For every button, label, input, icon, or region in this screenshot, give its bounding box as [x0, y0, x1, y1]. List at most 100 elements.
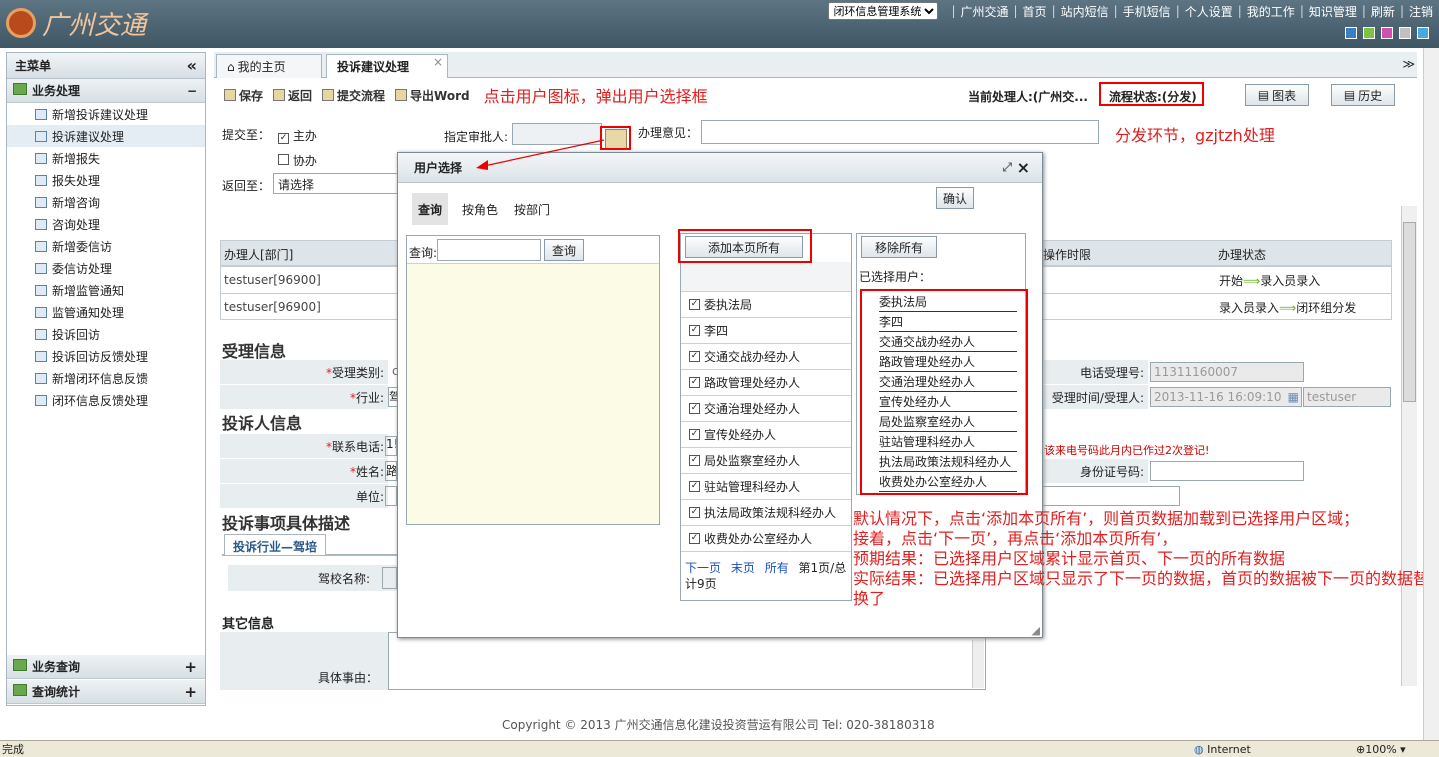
checkbox-checked-icon[interactable]: ✓ — [689, 299, 700, 310]
page-scrollbar[interactable] — [1423, 48, 1439, 740]
tabs-more-icon[interactable]: ≫ — [1402, 57, 1415, 71]
phone-input[interactable]: 1! — [385, 436, 397, 456]
close-icon[interactable]: × — [433, 55, 443, 69]
nav-inbox[interactable]: 站内短信 — [1061, 3, 1109, 20]
skin-purple[interactable] — [1381, 27, 1393, 39]
checkbox-checked-icon[interactable]: ✓ — [689, 507, 700, 518]
checkbox-checked-icon[interactable]: ✓ — [689, 533, 700, 544]
user-row[interactable]: ✓ 收费处办公室经办人 — [681, 526, 851, 552]
submit-flow-button[interactable]: 提交流程 — [322, 87, 385, 104]
scroll-thumb[interactable] — [1403, 222, 1416, 402]
accept-user-input[interactable]: testuser — [1303, 387, 1391, 407]
skin-blue[interactable] — [1345, 27, 1357, 39]
chart-button[interactable]: ▤ 图表 — [1245, 84, 1309, 106]
user-row[interactable]: ✓ 李四 — [681, 318, 851, 344]
nav-home[interactable]: 首页 — [1023, 3, 1047, 20]
tab-complaint[interactable]: 投诉建议处理 × — [326, 54, 448, 78]
skin-gray[interactable] — [1399, 27, 1411, 39]
checkbox-checked-icon[interactable]: ✓ — [689, 481, 700, 492]
nav-gzjt[interactable]: 广州交通 — [960, 3, 1008, 20]
unit-input-right[interactable] — [1030, 486, 1180, 506]
resize-grip-icon[interactable]: ◢ — [1032, 624, 1040, 637]
sidebar-item-new-petition[interactable]: 新增委信访 — [7, 235, 205, 257]
sidebar-item-callback[interactable]: 投诉回访 — [7, 323, 205, 345]
checkbox-checked-icon[interactable]: ✓ — [689, 325, 700, 336]
accept-time-input[interactable]: 2013-11-16 16:09:10 ▦ — [1150, 387, 1302, 407]
skin-cyan[interactable] — [1417, 27, 1429, 39]
name-input[interactable]: 路 — [385, 461, 397, 481]
tab-industry-driving[interactable]: 投诉行业—驾培 — [224, 534, 327, 556]
return-select[interactable]: 请选择 — [273, 173, 399, 194]
zoom-control[interactable]: ⊕100% ▾ — [1356, 743, 1406, 756]
history-button[interactable]: ▤ 历史 — [1331, 84, 1395, 106]
sidebar-item-complaint[interactable]: 投诉建议处理 — [7, 125, 205, 147]
school-input[interactable] — [382, 567, 397, 589]
sidebar-item-new-loop[interactable]: 新增闭环信息反馈 — [7, 367, 205, 389]
user-row[interactable]: ✓ 交通交战办经办人 — [681, 344, 851, 370]
user-row[interactable]: ✓ 宣传处经办人 — [681, 422, 851, 448]
nav-settings[interactable]: 个人设置 — [1185, 3, 1233, 20]
tab-by-dept[interactable]: 按部门 — [508, 193, 556, 225]
sidebar-item-callback-feedback[interactable]: 投诉回访反馈处理 — [7, 345, 205, 367]
nav-sms[interactable]: 手机短信 — [1123, 3, 1171, 20]
sidebar-item-new-consult[interactable]: 新增咨询 — [7, 191, 205, 213]
user-row[interactable]: ✓ 交通治理处经办人 — [681, 396, 851, 422]
query-input[interactable] — [437, 239, 541, 261]
sidebar-item-loop[interactable]: 闭环信息反馈处理 — [7, 389, 205, 411]
sidebar-item-loss[interactable]: 报失处理 — [7, 169, 205, 191]
close-icon[interactable]: × — [1017, 158, 1030, 177]
sidebar-item-notice[interactable]: 监管通知处理 — [7, 301, 205, 323]
sidebar-item-new-notice[interactable]: 新增监管通知 — [7, 279, 205, 301]
tab-home[interactable]: ⌂ 我的主页 — [216, 54, 322, 78]
calendar-icon[interactable]: ▦ — [1288, 390, 1299, 404]
nav-my-work[interactable]: 我的工作 — [1247, 3, 1295, 20]
opinion-input[interactable] — [701, 120, 1099, 144]
user-row[interactable]: ✓ 执法局政策法规科经办人 — [681, 500, 851, 526]
collapse-icon[interactable]: « — [187, 56, 197, 75]
tab-query[interactable]: 查询 — [412, 193, 449, 225]
pager-next[interactable]: 下一页 — [685, 561, 721, 575]
remove-all-button[interactable]: 移除所有 — [861, 236, 937, 258]
sidebar-group-query[interactable]: 业务查询 + — [7, 655, 205, 679]
skin-green[interactable] — [1363, 27, 1375, 39]
pager-last[interactable]: 末页 — [731, 561, 755, 575]
checkbox-checked-icon[interactable]: ✓ — [689, 351, 700, 362]
user-row[interactable]: ✓ 路政管理处经办人 — [681, 370, 851, 396]
popout-icon[interactable]: ⤢ — [1002, 160, 1012, 175]
nav-refresh[interactable]: 刷新 — [1371, 3, 1395, 20]
sidebar-item-new-loss[interactable]: 新增报失 — [7, 147, 205, 169]
minus-icon[interactable]: − — [187, 84, 197, 98]
content-scrollbar[interactable] — [1401, 206, 1417, 686]
textarea-scrollbar[interactable] — [972, 640, 984, 688]
back-button[interactable]: 返回 — [273, 87, 312, 104]
sidebar-group-stats[interactable]: 查询统计 + — [7, 680, 205, 704]
main-checkbox[interactable]: ✓ 主办 — [278, 127, 317, 144]
id-number-input[interactable] — [1150, 461, 1304, 481]
user-row[interactable]: ✓ 驻站管理科经办人 — [681, 474, 851, 500]
sidebar-item-new-complaint[interactable]: 新增投诉建议处理 — [7, 103, 205, 125]
user-row[interactable]: ✓ 委执法局 — [681, 292, 851, 318]
confirm-button[interactable]: 确认 — [936, 187, 974, 209]
pager-all[interactable]: 所有 — [765, 561, 789, 575]
sidebar-item-consult[interactable]: 咨询处理 — [7, 213, 205, 235]
nav-knowledge[interactable]: 知识管理 — [1309, 3, 1357, 20]
unit-input[interactable] — [385, 486, 397, 506]
accept-phone-input[interactable]: 11311160007 — [1150, 362, 1304, 382]
plus-icon[interactable]: + — [184, 683, 197, 701]
checkbox-checked-icon[interactable]: ✓ — [689, 429, 700, 440]
user-row[interactable]: ✓ 局处监察室经办人 — [681, 448, 851, 474]
save-button[interactable]: 保存 — [224, 87, 263, 104]
checkbox-checked-icon[interactable]: ✓ — [689, 377, 700, 388]
plus-icon[interactable]: + — [184, 658, 197, 676]
reason-textarea[interactable] — [388, 632, 986, 690]
query-button[interactable]: 查询 — [544, 239, 584, 261]
system-select[interactable]: 闭环信息管理系统 — [828, 2, 939, 20]
tab-by-role[interactable]: 按角色 — [456, 193, 504, 225]
nav-logout[interactable]: 注销 — [1409, 3, 1433, 20]
checkbox-checked-icon[interactable]: ✓ — [689, 455, 700, 466]
checkbox-checked-icon[interactable]: ✓ — [689, 403, 700, 414]
sidebar-group-business[interactable]: 业务处理 − — [7, 79, 205, 103]
sidebar-item-petition[interactable]: 委信访处理 — [7, 257, 205, 279]
assist-checkbox[interactable]: 协办 — [278, 152, 317, 169]
export-word-button[interactable]: 导出Word — [395, 87, 470, 104]
